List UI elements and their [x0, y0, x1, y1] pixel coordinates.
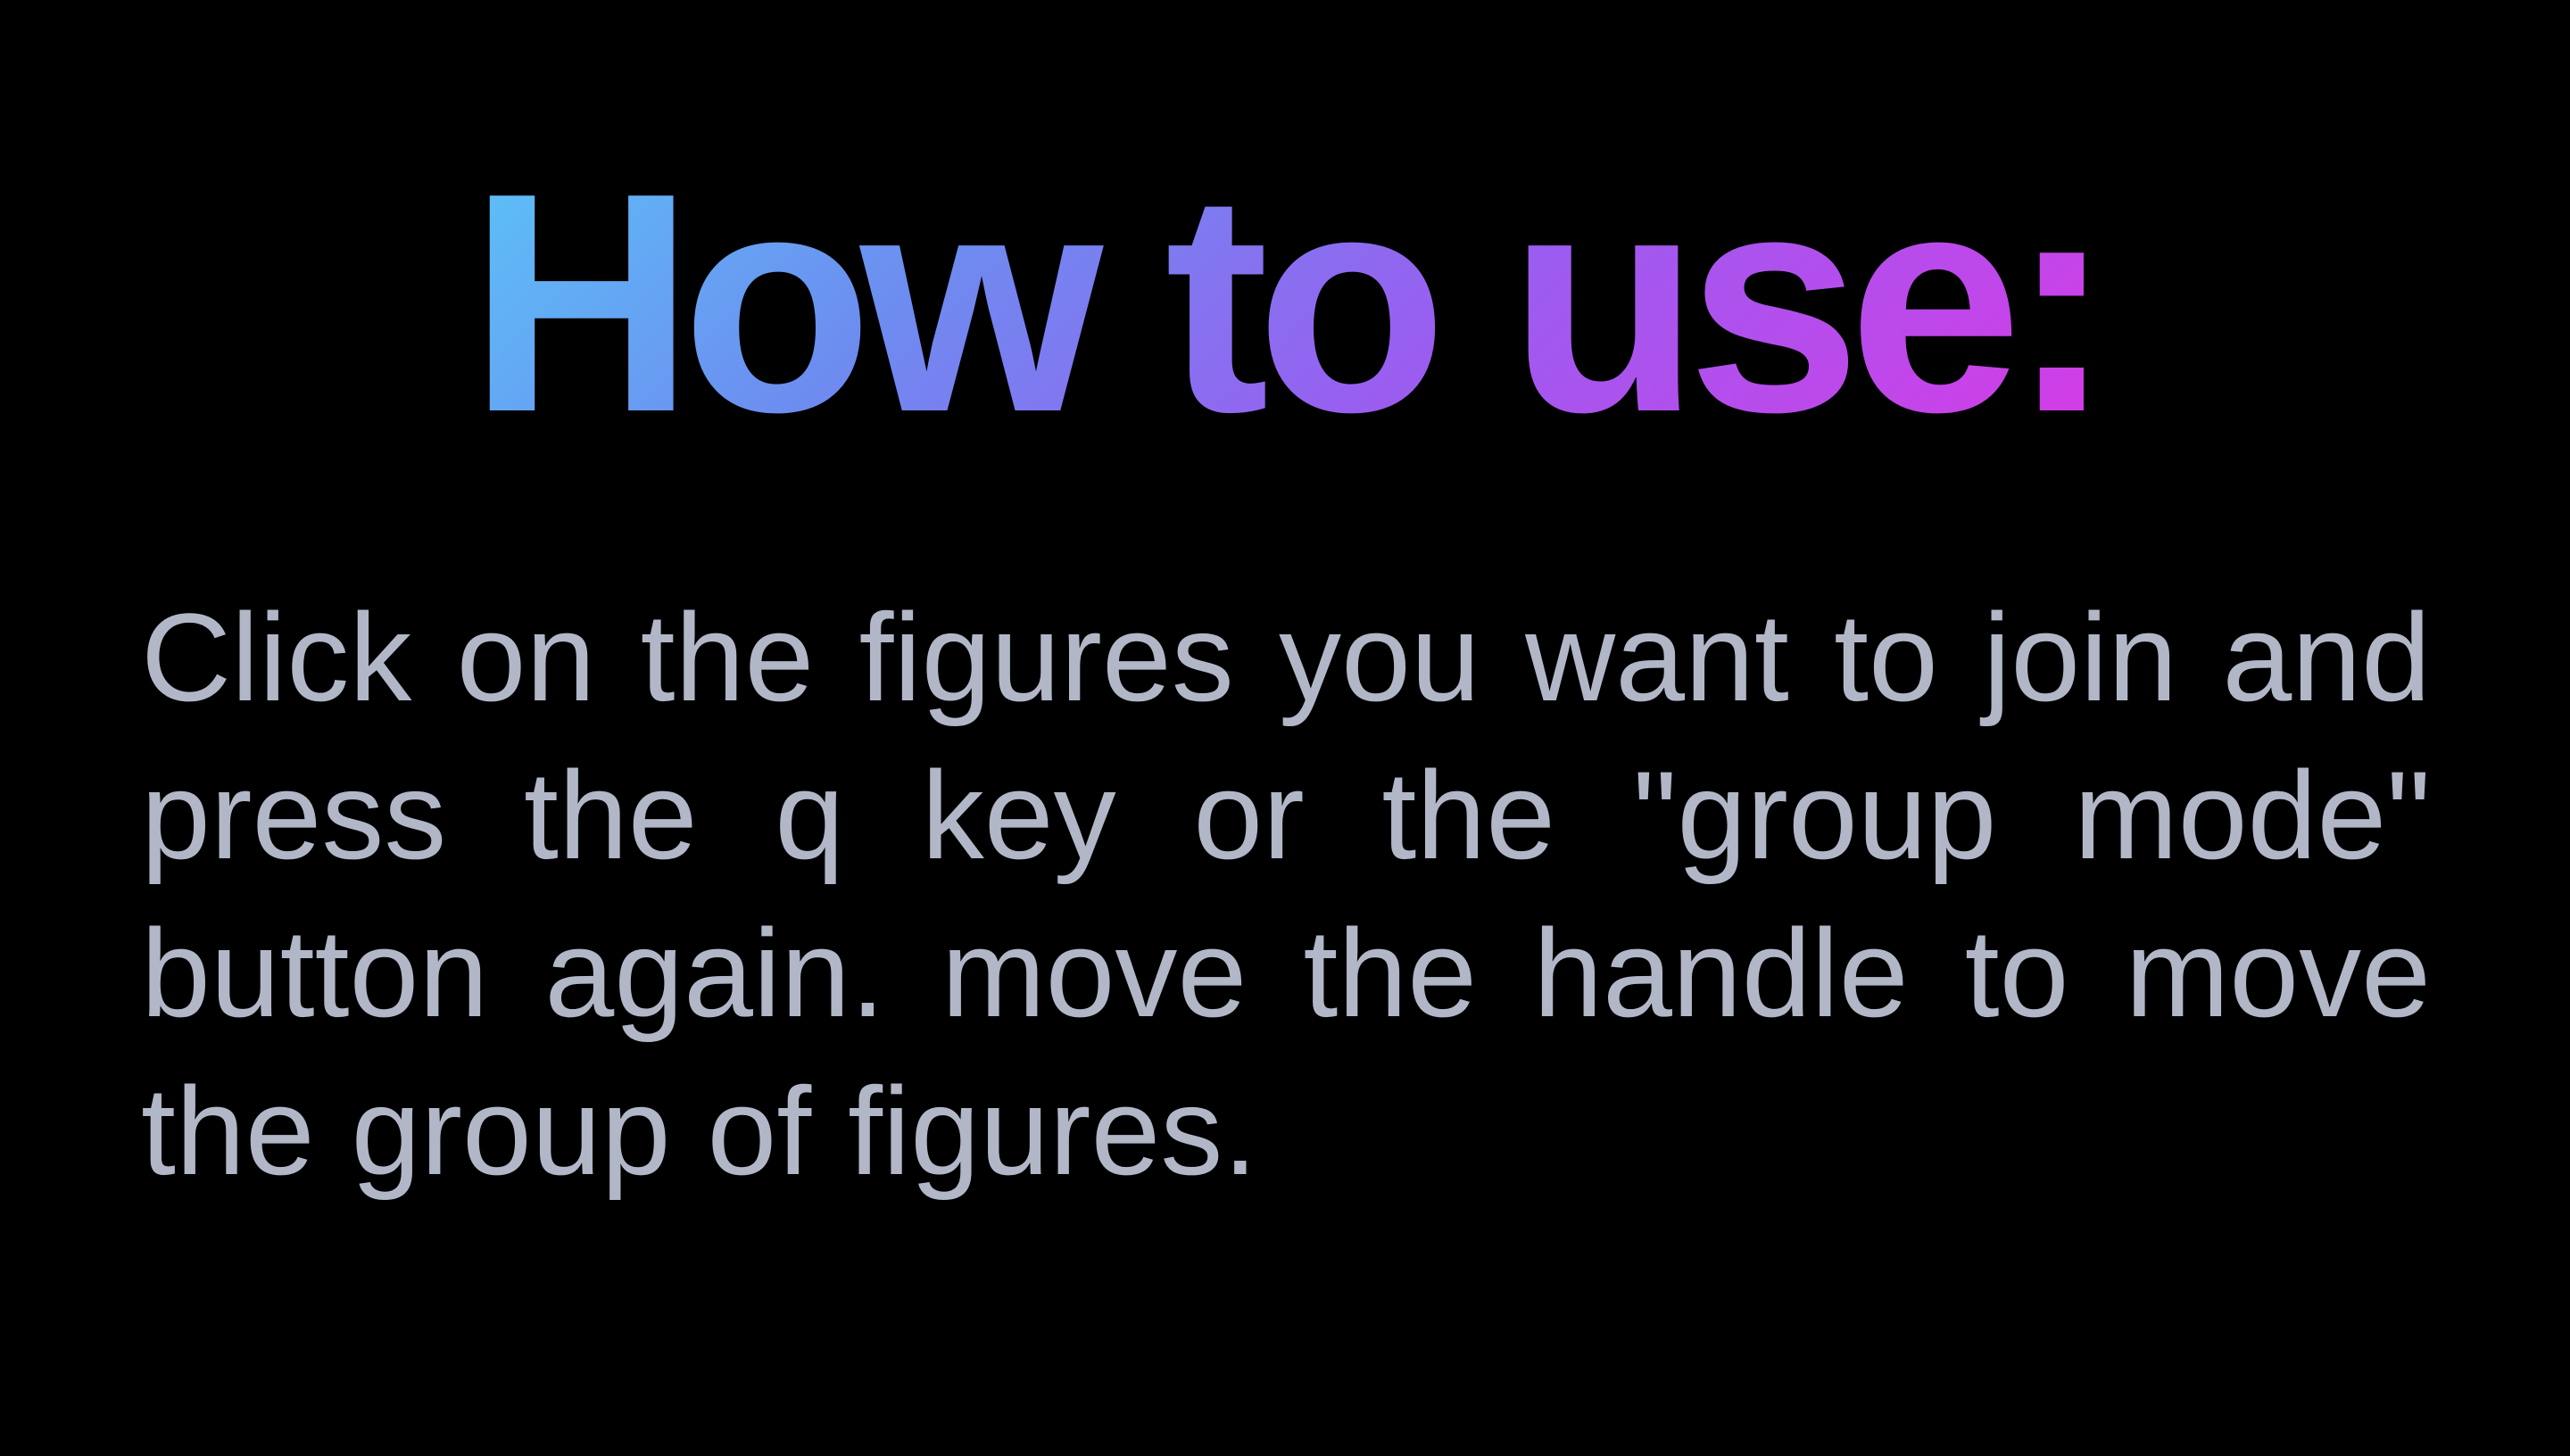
- help-heading: How to use:: [0, 128, 2570, 477]
- help-heading-text: How to use:: [468, 128, 2113, 477]
- help-instructions: Click on the figures you want to join an…: [141, 587, 2431, 1201]
- help-panel: How to use: Click on the figures you wan…: [0, 0, 2570, 1456]
